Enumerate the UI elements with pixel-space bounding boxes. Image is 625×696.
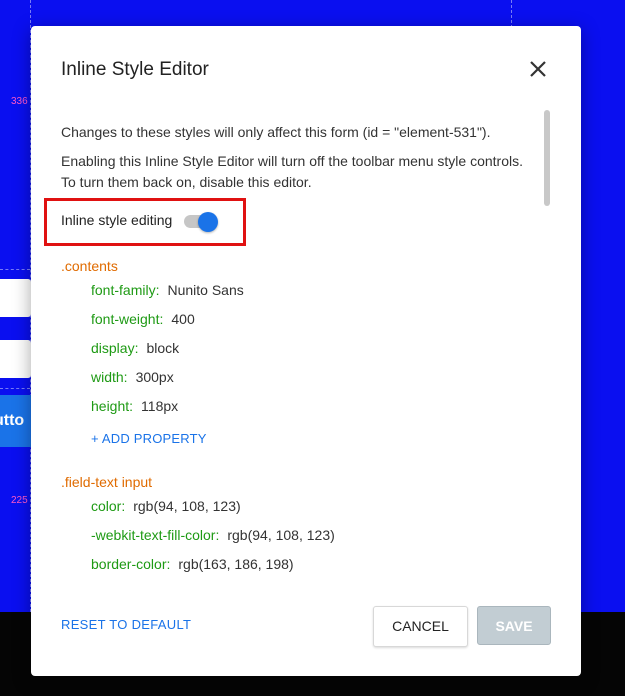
section-selector: .contents — [61, 258, 118, 274]
style-property[interactable]: display: block — [91, 340, 179, 356]
property-name: display: — [91, 340, 139, 356]
toolbar-notice: Enabling this Inline Style Editor will t… — [61, 153, 523, 190]
toggle-knob — [198, 212, 218, 232]
property-name: font-weight: — [91, 311, 164, 327]
background-button[interactable]: utto — [0, 395, 31, 447]
reset-to-default-button[interactable]: RESET TO DEFAULT — [61, 617, 191, 632]
property-name: color: — [91, 498, 126, 514]
property-value: 118px — [141, 398, 179, 414]
property-value: rgb(94, 108, 123) — [227, 527, 335, 543]
inline-style-toggle[interactable] — [182, 212, 222, 232]
style-property[interactable]: border-color: rgb(163, 186, 198) — [91, 556, 294, 572]
inline-style-editor-dialog: Inline Style Editor Changes to these sty… — [31, 26, 581, 676]
property-name: font-family: — [91, 282, 160, 298]
dimension-marker: 225 — [11, 495, 28, 506]
dialog-title: Inline Style Editor — [61, 59, 209, 80]
style-property[interactable]: font-weight: 400 — [91, 311, 195, 327]
style-property[interactable]: -webkit-text-fill-color: rgb(94, 108, 123… — [91, 527, 335, 543]
scrollbar[interactable] — [544, 110, 550, 206]
property-value: rgb(163, 186, 198) — [178, 556, 294, 572]
close-icon[interactable] — [527, 58, 549, 80]
property-name: border-color: — [91, 556, 171, 572]
style-property[interactable]: width: 300px — [91, 369, 174, 385]
property-name: height: — [91, 398, 134, 414]
guide-line — [0, 388, 30, 389]
toggle-label: Inline style editing — [61, 212, 173, 228]
property-value: 300px — [135, 369, 174, 385]
section-selector: .field-text input — [61, 474, 153, 490]
style-property[interactable]: font-family: Nunito Sans — [91, 282, 244, 298]
style-property[interactable]: height: 118px — [91, 398, 178, 414]
background-input[interactable] — [0, 340, 31, 378]
property-value: Nunito Sans — [167, 282, 244, 298]
dimension-marker: 336 — [11, 96, 28, 107]
add-property-button[interactable]: + ADD PROPERTY — [91, 431, 207, 446]
scope-notice: Changes to these styles will only affect… — [61, 124, 491, 140]
property-name: width: — [91, 369, 128, 385]
property-value: rgb(94, 108, 123) — [133, 498, 241, 514]
property-value: block — [146, 340, 180, 356]
property-name: -webkit-text-fill-color: — [91, 527, 220, 543]
style-property[interactable]: color: rgb(94, 108, 123) — [91, 498, 241, 514]
property-value: 400 — [171, 311, 195, 327]
guide-line — [0, 269, 30, 270]
background-input[interactable] — [0, 279, 31, 317]
cancel-button[interactable]: CANCEL — [373, 606, 468, 647]
save-button[interactable]: SAVE — [477, 606, 551, 645]
